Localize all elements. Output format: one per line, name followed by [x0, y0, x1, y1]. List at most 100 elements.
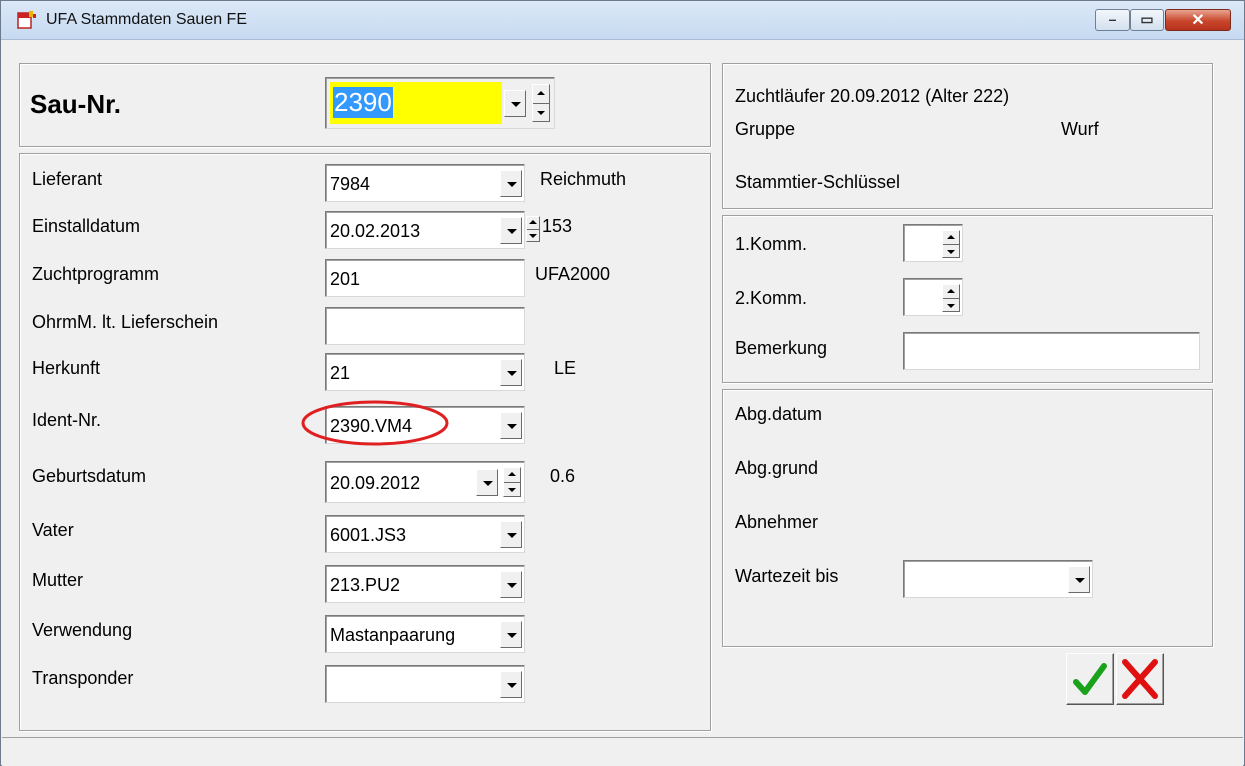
- ok-button[interactable]: [1066, 653, 1114, 705]
- app-icon: [17, 11, 36, 29]
- sau-nr-input[interactable]: 2390: [330, 82, 502, 124]
- einstalldatum-value: 20.02.2013: [330, 221, 421, 241]
- geburtsdatum-age: 0.6: [550, 466, 576, 486]
- verwendung-label: Verwendung: [32, 620, 133, 640]
- arrow-up-icon: [508, 472, 516, 476]
- abg-datum-label: Abg.datum: [735, 404, 823, 424]
- transponder-dropdown-button[interactable]: [500, 671, 522, 698]
- einstalldatum-dropdown-button[interactable]: [500, 217, 522, 244]
- bemerkung-label: Bemerkung: [735, 338, 828, 358]
- chevron-down-icon: [483, 481, 493, 486]
- einstalldatum-spinner[interactable]: [526, 216, 540, 242]
- chevron-down-icon: [507, 583, 517, 588]
- arrow-up-icon: [537, 91, 545, 95]
- zuchtprogramm-value: 201: [330, 269, 361, 289]
- mutter-dropdown-button[interactable]: [500, 571, 522, 598]
- arrow-up-icon: [947, 288, 955, 293]
- sau-label: Sau-Nr.: [30, 89, 122, 119]
- herkunft-value: 21: [330, 363, 351, 383]
- minimize-icon: –: [1108, 11, 1117, 27]
- vater-value: 6001.JS3: [330, 525, 407, 545]
- chevron-down-icon: [507, 229, 517, 234]
- spinner-divider: [533, 103, 549, 104]
- verwendung-combo[interactable]: Mastanpaarung: [325, 615, 525, 653]
- verwendung-value: Mastanpaarung: [330, 625, 456, 645]
- chevron-down-icon: [507, 633, 517, 638]
- lieferant-dropdown-button[interactable]: [500, 170, 522, 197]
- komm2-input[interactable]: [903, 278, 963, 316]
- spinner-divider: [943, 244, 959, 245]
- verwendung-dropdown-button[interactable]: [500, 621, 522, 648]
- sau-nr-dropdown-button[interactable]: [504, 90, 526, 117]
- lieferant-value: 7984: [330, 174, 371, 194]
- arrow-up-icon: [529, 220, 537, 224]
- ident-label: Ident-Nr.: [32, 410, 102, 430]
- mutter-combo[interactable]: 213.PU2: [325, 565, 525, 603]
- ohrmarke-label: OhrmM. lt. Lieferschein: [32, 312, 219, 332]
- chevron-down-icon: [507, 371, 517, 376]
- sau-panel: Sau-Nr. 2390: [19, 63, 711, 147]
- wurf-label: Wurf: [1061, 119, 1099, 139]
- komm1-input[interactable]: [903, 224, 963, 262]
- chevron-down-icon: [511, 102, 521, 107]
- wartezeit-dropdown-button[interactable]: [1068, 566, 1090, 593]
- sau-nr-combo[interactable]: 2390: [325, 77, 555, 129]
- komm2-label: 2.Komm.: [735, 288, 808, 308]
- zuchtprogramm-name: UFA2000: [535, 264, 611, 284]
- chevron-down-icon: [507, 182, 517, 187]
- herkunft-code: LE: [554, 358, 577, 378]
- einstalldatum-combo[interactable]: 20.02.2013: [325, 211, 525, 249]
- x-icon: [1122, 659, 1158, 699]
- komm1-spinner[interactable]: [942, 230, 960, 258]
- sau-nr-spinner[interactable]: [532, 84, 550, 122]
- bemerkung-input[interactable]: [903, 332, 1200, 370]
- sau-nr-value: 2390: [333, 87, 393, 118]
- vater-label: Vater: [32, 520, 74, 540]
- chevron-down-icon: [507, 683, 517, 688]
- ident-dropdown-button[interactable]: [500, 412, 522, 439]
- wartezeit-label: Wartezeit bis: [735, 566, 839, 586]
- wartezeit-combo[interactable]: [903, 560, 1093, 598]
- chevron-down-icon: [507, 533, 517, 538]
- arrow-down-icon: [508, 488, 516, 492]
- arrow-down-icon: [947, 303, 955, 308]
- stammtier-label: Stammtier-Schlüssel: [735, 172, 901, 192]
- close-icon: ✕: [1191, 12, 1205, 29]
- komm2-spinner[interactable]: [942, 284, 960, 312]
- herkunft-combo[interactable]: 21: [325, 353, 525, 391]
- komm-panel: 1.Komm. 2.Komm. Bemerkung: [722, 215, 1213, 383]
- zuchtlaeufer-text: Zuchtläufer 20.09.2012 (Alter 222): [735, 86, 1010, 106]
- geburtsdatum-dropdown-button[interactable]: [476, 469, 498, 496]
- cancel-button[interactable]: [1116, 653, 1164, 705]
- title-bar[interactable]: UFA Stammdaten Sauen FE – ▭ ✕: [1, 1, 1244, 40]
- transponder-label: Transponder: [32, 668, 134, 688]
- annotation-circle: [301, 400, 449, 446]
- herkunft-label: Herkunft: [32, 358, 101, 378]
- lieferant-combo[interactable]: 7984: [325, 164, 525, 202]
- abg-grund-label: Abg.grund: [735, 458, 819, 478]
- vater-dropdown-button[interactable]: [500, 521, 522, 548]
- geburtsdatum-combo[interactable]: 20.09.2012: [325, 461, 525, 503]
- close-button[interactable]: ✕: [1165, 9, 1231, 31]
- herkunft-dropdown-button[interactable]: [500, 359, 522, 386]
- status-bar: [2, 737, 1243, 766]
- checkmark-icon: [1073, 663, 1107, 695]
- minimize-button[interactable]: –: [1095, 9, 1130, 31]
- spinner-divider: [504, 482, 520, 483]
- geburtsdatum-value: 20.09.2012: [330, 473, 421, 493]
- arrow-up-icon: [947, 234, 955, 239]
- transponder-combo[interactable]: [325, 665, 525, 703]
- ohrmarke-input[interactable]: [325, 307, 525, 345]
- info-panel: Zuchtläufer 20.09.2012 (Alter 222) Grupp…: [722, 63, 1213, 209]
- spinner-divider: [943, 298, 959, 299]
- main-window: UFA Stammdaten Sauen FE – ▭ ✕ Sau-Nr. 23…: [0, 0, 1245, 766]
- vater-combo[interactable]: 6001.JS3: [325, 515, 525, 553]
- einstalldatum-days: 153: [542, 216, 573, 236]
- form-panel: Lieferant 7984 Reichmuth Einstalldatum 2…: [19, 153, 711, 731]
- spinner-divider: [527, 229, 539, 230]
- zuchtprogramm-label: Zuchtprogramm: [32, 264, 160, 284]
- lieferant-label: Lieferant: [32, 169, 103, 189]
- maximize-button[interactable]: ▭: [1130, 9, 1164, 31]
- zuchtprogramm-input[interactable]: 201: [325, 259, 525, 297]
- geburtsdatum-spinner[interactable]: [503, 467, 521, 497]
